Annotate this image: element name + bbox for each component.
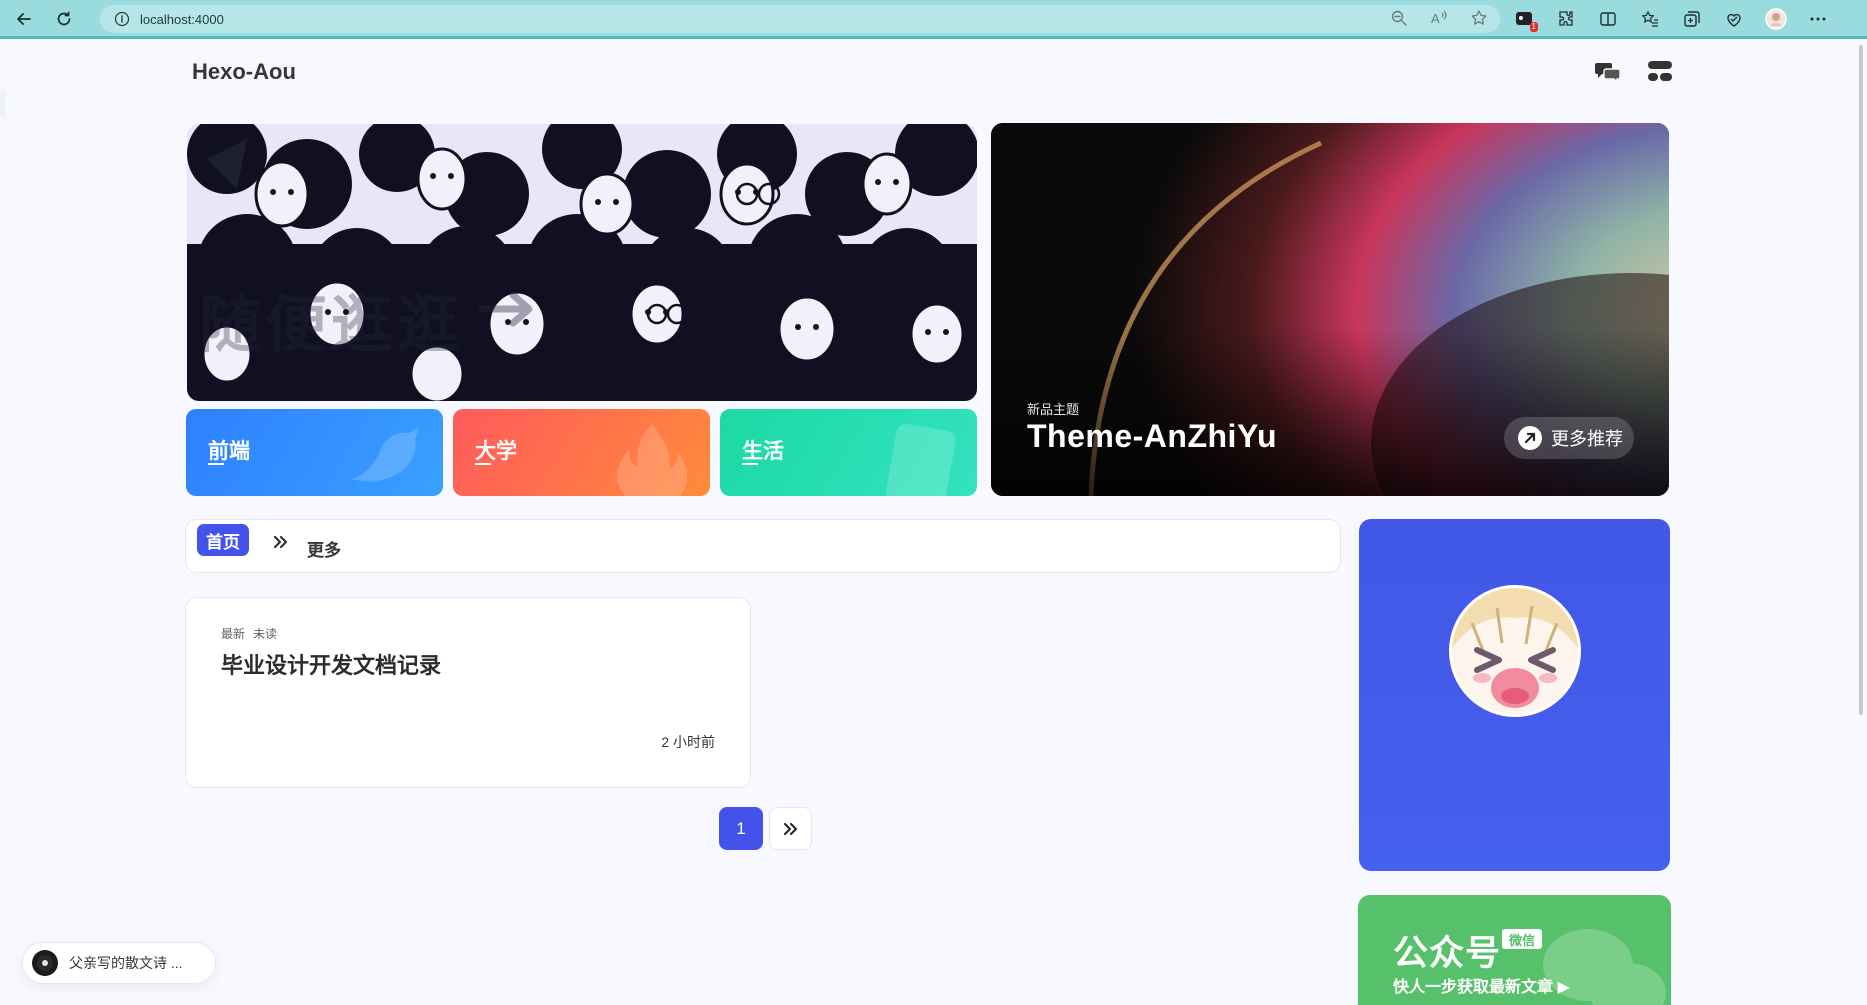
zoom-out-icon[interactable] <box>1390 9 1408 27</box>
tab-home[interactable]: 首页 <box>197 524 249 556</box>
read-aloud-icon[interactable]: A <box>1430 9 1448 27</box>
double-chevron-right-icon <box>783 822 797 835</box>
url-text: localhost:4000 <box>140 11 224 27</box>
chat-bubbles-icon[interactable] <box>1594 59 1622 83</box>
extension-badge-icon[interactable]: 1 <box>1512 7 1538 32</box>
reload-button[interactable] <box>44 0 84 38</box>
info-icon <box>114 11 130 27</box>
category-card-frontend[interactable]: 前端 <box>186 409 443 496</box>
category-underline <box>208 463 224 465</box>
category-nav-bar: 首页 更多 <box>185 519 1341 573</box>
browser-essentials-icon[interactable] <box>1722 7 1746 31</box>
category-card-life[interactable]: 生活 <box>720 409 977 496</box>
collections-icon[interactable] <box>1680 7 1704 31</box>
more-recommendations-label: 更多推荐 <box>1551 429 1623 449</box>
category-label: 前端 <box>208 440 250 463</box>
category-underline <box>475 463 491 465</box>
post-title[interactable]: 毕业设计开发文档记录 <box>221 648 441 680</box>
post-tags: 最新 未读 <box>221 625 277 642</box>
svg-text:A: A <box>1431 11 1440 26</box>
back-arrow-icon <box>17 13 31 25</box>
more-recommendations-button[interactable]: 更多推荐 <box>1504 417 1634 459</box>
browser-toolbar: localhost:4000 A 1 <box>0 0 1867 39</box>
hero-title: Theme-AnZhiYu <box>1027 418 1278 454</box>
bird-icon <box>351 427 419 482</box>
scrollbar-thumb[interactable] <box>1859 45 1863 715</box>
more-menu-icon[interactable] <box>1806 7 1830 31</box>
header-icons <box>1594 59 1674 83</box>
back-button[interactable] <box>4 0 44 38</box>
arrow-right-icon <box>477 291 533 327</box>
featured-theme-hero[interactable]: 新品主题 Theme-AnZhiYu 更多推荐 <box>991 123 1669 496</box>
profile-avatar[interactable] <box>1764 7 1788 31</box>
post-tag-latest: 最新 <box>221 627 246 641</box>
note-icon <box>886 423 956 496</box>
random-browse-banner[interactable]: 随便逛逛 <box>187 124 977 401</box>
page-number-current[interactable]: 1 <box>719 807 763 850</box>
layout-toggle-icon[interactable] <box>1646 59 1674 83</box>
wechat-subtitle: 快人一步获取最新文章 ▶ <box>1393 979 1570 996</box>
nav-more-link[interactable]: 更多 <box>307 536 341 561</box>
wechat-account-card[interactable]: 公众号 微信 快人一步获取最新文章 ▶ <box>1358 895 1671 1005</box>
notification-count-badge: 1 <box>1529 22 1538 32</box>
music-player[interactable]: 父亲写的散文诗 ... <box>22 942 216 984</box>
side-drawer-handle[interactable] <box>0 89 6 117</box>
post-time: 2 小时前 <box>661 734 715 750</box>
avatar[interactable] <box>1449 585 1581 717</box>
category-underline <box>742 463 758 465</box>
anime-face-avatar-image <box>1452 588 1578 714</box>
split-screen-icon[interactable] <box>1596 7 1620 31</box>
page: Hexo-Aou 随便逛逛 前端 大学 生活 新品主题 Theme-AnZhiY… <box>0 39 1855 1005</box>
random-browse-watermark: 随便逛逛 <box>199 291 464 360</box>
favorite-star-icon[interactable] <box>1470 9 1488 27</box>
arrow-up-right-icon <box>1518 426 1542 450</box>
next-page-button[interactable] <box>769 807 812 850</box>
wechat-title: 公众号 <box>1393 934 1502 973</box>
post-card[interactable]: 最新 未读 毕业设计开发文档记录 2 小时前 <box>185 597 751 788</box>
double-chevron-right-icon <box>273 535 288 549</box>
reload-icon <box>57 11 71 26</box>
site-title[interactable]: Hexo-Aou <box>192 59 296 85</box>
author-info-card <box>1359 519 1670 871</box>
category-label: 生活 <box>742 440 784 463</box>
favorites-list-icon[interactable] <box>1638 7 1662 31</box>
post-tag-unread: 未读 <box>253 627 278 641</box>
music-cover-icon <box>32 950 58 976</box>
flame-icon <box>617 424 687 496</box>
page-scrollbar[interactable] <box>1855 39 1867 1005</box>
category-card-college[interactable]: 大学 <box>453 409 710 496</box>
hero-kicker: 新品主题 <box>1027 402 1080 417</box>
extensions-puzzle-icon[interactable] <box>1554 7 1578 31</box>
wechat-badge: 微信 <box>1502 929 1542 949</box>
music-title: 父亲写的散文诗 ... <box>69 955 183 971</box>
address-bar[interactable]: localhost:4000 A <box>100 5 1500 33</box>
category-label: 大学 <box>475 440 517 463</box>
